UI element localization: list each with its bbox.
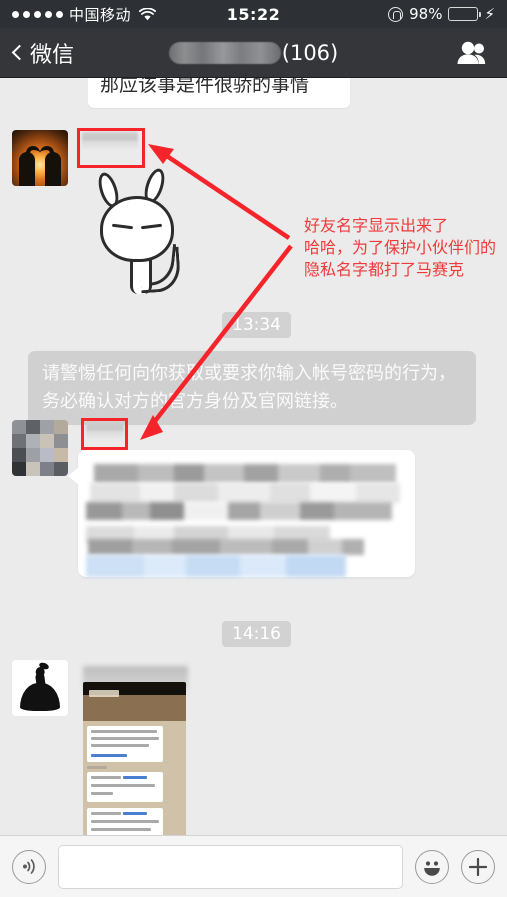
group-member-count: (106) bbox=[281, 40, 339, 65]
page-title: (106) bbox=[0, 41, 507, 65]
chat-message-list[interactable]: 那应该事是件很骄的事情 13:34 请警惕任何向你获取或要求你输入帐号密码的行为… bbox=[0, 78, 507, 835]
message-input-field[interactable] bbox=[58, 844, 403, 889]
security-warning-bubble: 请警惕任何向你获取或要求你输入帐号密码的行为，务必确认对方的官方身份及官网链接。 bbox=[28, 351, 476, 425]
lightning-bolt-icon: ⚡ bbox=[484, 4, 495, 23]
plus-icon bbox=[467, 856, 489, 878]
redacted-link-row[interactable] bbox=[86, 555, 346, 577]
battery-icon bbox=[448, 7, 482, 21]
wechat-chat-screen: 中国移动 15:22 98% ⚡ 微信 (106) 那应该事是件很骄的事情 13… bbox=[0, 0, 507, 897]
annotation-line-1: 好友名字显示出来了 bbox=[304, 216, 449, 235]
status-bar-right: 98% ⚡ bbox=[388, 5, 495, 23]
voice-input-button[interactable] bbox=[12, 849, 46, 884]
battery-percent-label: 98% bbox=[409, 5, 443, 23]
emoji-button[interactable] bbox=[415, 849, 449, 884]
voice-input-icon bbox=[20, 857, 39, 876]
rotation-lock-icon bbox=[388, 6, 404, 22]
message-text: 那应该事是件很骄的事情 bbox=[100, 78, 310, 96]
redacted-text-row bbox=[86, 502, 392, 520]
navigation-bar: 微信 (106) bbox=[0, 28, 507, 78]
status-bar: 中国移动 15:22 98% ⚡ bbox=[0, 0, 507, 28]
group-name-redacted bbox=[168, 41, 281, 64]
annotation-highlight-box-2 bbox=[81, 418, 128, 450]
image-message-thumbnail[interactable] bbox=[83, 682, 186, 835]
annotation-highlight-box-1 bbox=[77, 128, 145, 168]
message-bubble-partial[interactable]: 那应该事是件很骄的事情 bbox=[88, 78, 350, 108]
avatar[interactable] bbox=[12, 130, 68, 186]
smiley-face-icon bbox=[420, 855, 444, 879]
redacted-text-row bbox=[94, 464, 396, 483]
timestamp-chip: 13:34 bbox=[222, 312, 291, 338]
annotation-line-2: 哈哈，为了保护小伙伴们的 bbox=[304, 238, 497, 257]
redacted-text-row bbox=[90, 483, 400, 503]
message-input-toolbar bbox=[0, 835, 507, 897]
redacted-text-row bbox=[88, 539, 364, 555]
avatar[interactable] bbox=[12, 660, 68, 716]
timestamp-chip: 14:16 bbox=[222, 621, 291, 647]
avatar[interactable] bbox=[12, 420, 68, 476]
rabbit-sticker[interactable] bbox=[78, 166, 208, 298]
annotation-line-3: 隐私名字都打了马赛克 bbox=[304, 260, 465, 279]
more-actions-button[interactable] bbox=[461, 849, 495, 884]
message-bubble[interactable] bbox=[68, 450, 415, 577]
